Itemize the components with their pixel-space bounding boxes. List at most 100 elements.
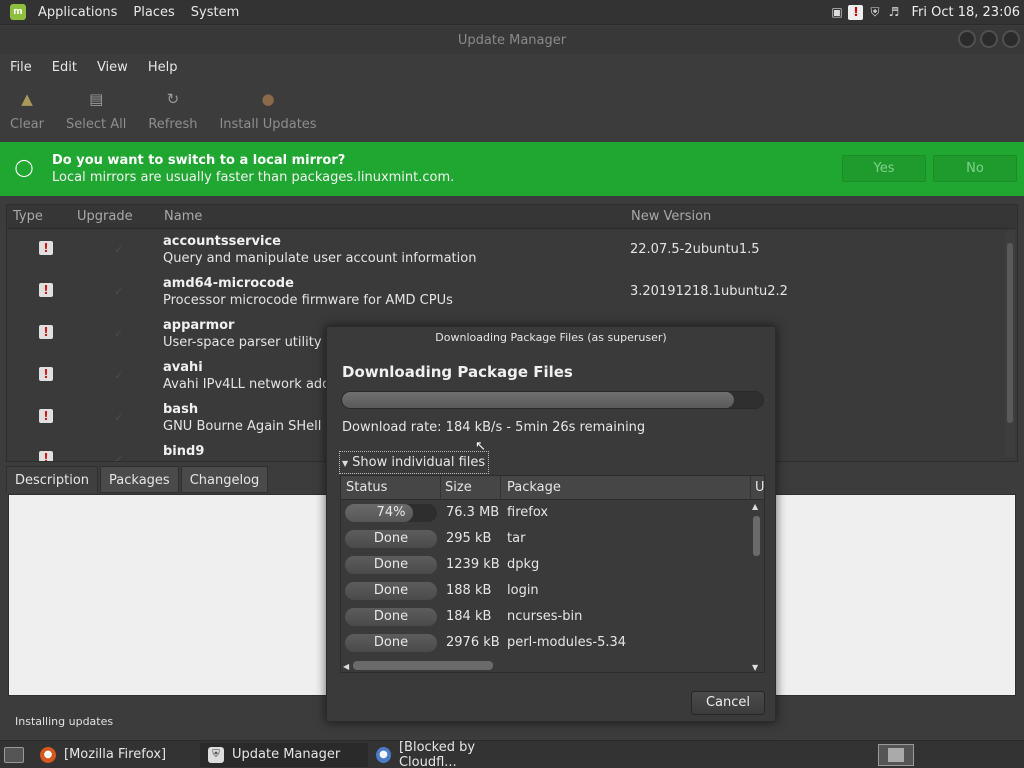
mint-logo-icon[interactable]: m: [10, 4, 26, 20]
tab-description[interactable]: Description: [6, 466, 99, 493]
infobar-detail: Local mirrors are usually faster than pa…: [52, 170, 455, 185]
file-row[interactable]: Done 188 kB login: [341, 578, 764, 604]
places-menu[interactable]: Places: [125, 5, 182, 20]
update-alert-icon[interactable]: !: [848, 5, 864, 20]
volume-icon[interactable]: ♬: [886, 5, 901, 20]
security-update-icon: !: [39, 325, 53, 339]
task-browser-blocked[interactable]: ● [Blocked by Cloudfl...: [368, 740, 536, 768]
refresh-button[interactable]: ↻ Refresh: [148, 89, 197, 132]
firefox-icon: ●: [40, 746, 56, 763]
column-uri[interactable]: U: [755, 480, 764, 495]
package-version: 3.20191218.1ubuntu2.2: [630, 284, 788, 299]
upgrade-checkbox[interactable]: ✓: [114, 327, 126, 340]
maximize-button[interactable]: [980, 30, 998, 48]
window-titlebar[interactable]: Update Manager: [0, 26, 1024, 54]
taskbar: ● [Mozilla Firefox] ⛨ Update Manager ● […: [0, 740, 1024, 768]
file-package: ncurses-bin: [507, 609, 583, 624]
file-row[interactable]: Done 295 kB tar: [341, 526, 764, 552]
package-description: GNU Bourne Again SHell: [163, 419, 322, 434]
updates-scrollbar[interactable]: [1005, 231, 1015, 457]
package-name: avahi: [163, 360, 203, 375]
file-status-progress: Done: [345, 530, 437, 548]
workspace-1[interactable]: [888, 748, 904, 762]
close-button[interactable]: [1002, 30, 1020, 48]
security-update-icon: !: [39, 451, 53, 461]
table-row[interactable]: ! ✓ amd64-microcode Processor microcode fir…: [7, 271, 1017, 313]
task-firefox[interactable]: ● [Mozilla Firefox]: [32, 743, 200, 767]
clear-button[interactable]: ▲ Clear: [10, 89, 44, 132]
network-icon[interactable]: ▣: [829, 5, 844, 20]
files-vscroll-thumb[interactable]: [753, 516, 760, 556]
menubar: File Edit View Help: [0, 54, 1024, 80]
file-status-label: Done: [373, 609, 409, 624]
table-row[interactable]: ! ✓ accountsservice Query and manipulate us…: [7, 229, 1017, 271]
document-icon: ▤: [89, 89, 104, 108]
column-name[interactable]: Name: [164, 209, 202, 224]
minimize-button[interactable]: [958, 30, 976, 48]
file-row[interactable]: Done 1239 kB dpkg: [341, 552, 764, 578]
upgrade-checkbox[interactable]: ✓: [114, 243, 126, 256]
package-name: amd64-microcode: [163, 276, 294, 291]
menu-help[interactable]: Help: [138, 60, 188, 75]
expander-arrow-icon: ▼: [342, 459, 349, 468]
file-size: 295 kB: [446, 531, 492, 546]
upgrade-checkbox[interactable]: ✓: [114, 369, 126, 382]
file-package: perl-modules-5.34: [507, 635, 627, 650]
package-description: Query and manipulate user account inform…: [163, 251, 477, 266]
files-vertical-scrollbar[interactable]: ▲ ▼: [750, 500, 762, 672]
system-menu[interactable]: System: [183, 5, 247, 20]
files-table-header: Status Size Package U: [341, 476, 764, 500]
shield-icon[interactable]: ⛨: [867, 5, 882, 20]
applications-menu[interactable]: Applications: [30, 5, 125, 20]
files-horizontal-scrollbar[interactable]: [353, 661, 493, 670]
column-size[interactable]: Size: [445, 480, 472, 495]
scroll-left-icon[interactable]: ◀: [343, 662, 349, 671]
upgrade-checkbox[interactable]: ✓: [114, 285, 126, 298]
show-desktop-icon[interactable]: [4, 746, 24, 763]
scroll-down-icon[interactable]: ▼: [752, 663, 758, 672]
file-row[interactable]: Done 184 kB ncurses-bin: [341, 604, 764, 630]
column-new-version[interactable]: New Version: [631, 209, 711, 224]
updates-scrollbar-thumb[interactable]: [1007, 243, 1013, 423]
tab-changelog[interactable]: Changelog: [180, 466, 269, 493]
select-all-button[interactable]: ▤ Select All: [66, 89, 126, 132]
file-row[interactable]: 74% 76.3 MB firefox: [341, 500, 764, 526]
system-tray: ▣ ! ⛨ ♬ Fri Oct 18, 23:06: [829, 0, 1024, 25]
column-package[interactable]: Package: [507, 480, 561, 495]
menu-edit[interactable]: Edit: [42, 60, 87, 75]
workspace-switcher[interactable]: [878, 744, 914, 766]
menu-file[interactable]: File: [0, 60, 42, 75]
upgrade-checkbox[interactable]: ✓: [114, 411, 126, 424]
install-updates-button[interactable]: ● Install Updates: [219, 89, 316, 132]
column-status[interactable]: Status: [346, 480, 387, 495]
select-all-label: Select All: [66, 116, 127, 132]
broom-icon: ▲: [21, 89, 33, 108]
file-size: 184 kB: [446, 609, 492, 624]
security-update-icon: !: [39, 241, 53, 255]
column-upgrade[interactable]: Upgrade: [77, 209, 133, 224]
refresh-label: Refresh: [148, 116, 198, 132]
lightbulb-icon: ◯: [14, 158, 34, 178]
infobar-text: Do you want to switch to a local mirror?…: [52, 153, 454, 185]
show-files-expander[interactable]: ▼ Show individual files: [339, 451, 490, 474]
mirror-yes-button[interactable]: Yes: [842, 155, 926, 182]
overall-progress-bar: [341, 391, 764, 409]
mouse-cursor-icon: ↖: [475, 439, 486, 454]
files-table-body: 74% 76.3 MB firefox Done 295 kB tar Done 1239 k…: [341, 500, 764, 656]
menu-view[interactable]: View: [87, 60, 138, 75]
mirror-no-button[interactable]: No: [933, 155, 1017, 182]
file-package: tar: [507, 531, 526, 546]
task-update-manager[interactable]: ⛨ Update Manager: [200, 742, 368, 767]
file-package: login: [507, 583, 539, 598]
upgrade-checkbox[interactable]: ✓: [114, 453, 126, 461]
file-row[interactable]: Done 2976 kB perl-modules-5.34: [341, 630, 764, 656]
clock[interactable]: Fri Oct 18, 23:06: [911, 5, 1020, 20]
install-updates-label: Install Updates: [219, 116, 317, 132]
cancel-button[interactable]: Cancel: [691, 691, 765, 715]
tab-packages[interactable]: Packages: [100, 466, 179, 493]
scroll-up-icon[interactable]: ▲: [752, 502, 758, 511]
column-type[interactable]: Type: [13, 209, 43, 224]
window-title: Update Manager: [457, 32, 567, 48]
dialog-title[interactable]: Downloading Package Files (as superuser): [327, 327, 775, 349]
details-tabs: Description Packages Changelog: [6, 466, 270, 493]
